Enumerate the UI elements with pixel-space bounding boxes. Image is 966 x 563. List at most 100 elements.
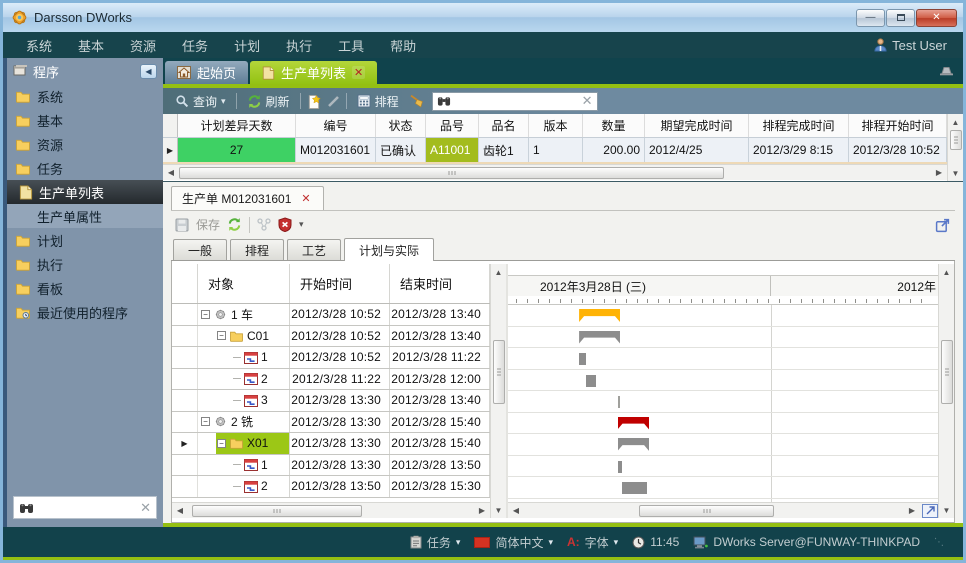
gantt-bar-summary[interactable] xyxy=(579,309,620,322)
scroll-up-icon[interactable]: ▲ xyxy=(491,264,507,280)
restore-button[interactable] xyxy=(886,9,915,27)
sidebar-item-system[interactable]: 系统 xyxy=(7,84,163,108)
plan-table-row[interactable]: 22012/3/28 13:502012/3/28 15:30 xyxy=(172,476,490,498)
plan-table-row[interactable]: −2 铣2012/3/28 13:302012/3/28 15:40 xyxy=(172,412,490,434)
col-sched-end[interactable]: 排程完成时间 xyxy=(749,114,849,137)
col-qty[interactable]: 数量 xyxy=(583,114,645,137)
plan-table-vscrollbar[interactable]: ▲ ▼ xyxy=(490,264,506,518)
col-expect-end[interactable]: 期望完成时间 xyxy=(645,114,749,137)
scroll-up-icon[interactable]: ▲ xyxy=(939,264,955,280)
resize-grip[interactable]: ⋱ xyxy=(934,537,945,548)
col-status[interactable]: 状态 xyxy=(376,114,426,137)
toolbar-search-clear-icon[interactable]: ✕ xyxy=(582,93,593,109)
menu-system[interactable]: 系统 xyxy=(13,36,65,55)
col-version[interactable]: 版本 xyxy=(529,114,583,137)
plan-table-row[interactable]: −1 车2012/3/28 10:522012/3/28 13:40 xyxy=(172,304,490,326)
doc-tab-production-order[interactable]: 生产单 M012031601 ✕ xyxy=(171,186,324,210)
sidebar-item-resource[interactable]: 资源 xyxy=(7,132,163,156)
sidebar-item-production-order-list[interactable]: 生产单列表 xyxy=(7,180,163,204)
menu-help[interactable]: 帮助 xyxy=(377,36,429,55)
sidebar-search-clear-icon[interactable]: ✕ xyxy=(140,500,151,516)
sidebar-item-basic[interactable]: 基本 xyxy=(7,108,163,132)
gantt-hscrollbar[interactable]: ◀ ▶ xyxy=(508,502,938,518)
tab-start-page[interactable]: 起始页 xyxy=(165,61,248,84)
menu-resource[interactable]: 资源 xyxy=(117,36,169,55)
plan-table-row[interactable]: −C012012/3/28 10:522012/3/28 13:40 xyxy=(172,326,490,348)
refresh-icon[interactable] xyxy=(227,217,242,232)
scroll-thumb[interactable] xyxy=(941,340,953,404)
user-box[interactable]: Test User xyxy=(874,38,953,53)
plan-table-hscrollbar[interactable]: ◀ ▶ xyxy=(172,502,490,518)
gantt-bar-summary[interactable] xyxy=(579,331,620,344)
col-end-time[interactable]: 结束时间 xyxy=(390,264,490,303)
sidebar-collapse-button[interactable]: ◀ xyxy=(140,64,157,79)
toolbar-search-input[interactable] xyxy=(455,94,578,108)
menu-basic[interactable]: 基本 xyxy=(65,36,117,55)
menu-task[interactable]: 任务 xyxy=(169,36,221,55)
broom-icon[interactable] xyxy=(409,94,424,108)
scroll-thumb[interactable] xyxy=(639,505,774,517)
sidebar-item-board[interactable]: 看板 xyxy=(7,276,163,300)
chevron-down-icon[interactable]: ▾ xyxy=(299,219,304,230)
scroll-down-icon[interactable]: ▼ xyxy=(491,502,507,518)
subtab-schedule[interactable]: 排程 xyxy=(230,239,284,260)
grid-vscrollbar[interactable]: ▲ ▼ xyxy=(947,114,963,181)
scroll-left-icon[interactable]: ◀ xyxy=(163,165,179,181)
sidebar-search-box[interactable]: ✕ xyxy=(13,496,157,519)
sidebar-item-task[interactable]: 任务 xyxy=(7,156,163,180)
refresh-button[interactable]: 刷新 xyxy=(243,91,294,112)
toolbar-search-box[interactable]: ✕ xyxy=(432,92,598,111)
close-button[interactable]: ✕ xyxy=(916,9,957,27)
query-button[interactable]: 查询 ▾ xyxy=(171,91,230,112)
tree-collapse-icon[interactable]: − xyxy=(217,439,226,448)
col-plan-diff[interactable]: 计划差异天数 xyxy=(178,114,296,137)
gantt-bar-task[interactable] xyxy=(622,482,646,494)
col-start-time[interactable]: 开始时间 xyxy=(290,264,390,303)
tree-collapse-icon[interactable]: − xyxy=(217,331,226,340)
scroll-thumb[interactable] xyxy=(950,130,962,150)
col-item-name[interactable]: 品名 xyxy=(479,114,529,137)
sidebar-search-input[interactable] xyxy=(38,501,136,515)
scroll-up-icon[interactable]: ▲ xyxy=(948,114,964,130)
plan-table-row[interactable]: 12012/3/28 13:302012/3/28 13:50 xyxy=(172,455,490,477)
grid-hscrollbar[interactable]: ◀ ▶ xyxy=(163,164,947,180)
gantt-bar-task[interactable] xyxy=(586,375,595,387)
shield-icon[interactable] xyxy=(278,217,292,232)
plan-table-row[interactable]: ▶−X012012/3/28 13:302012/3/28 15:40 xyxy=(172,433,490,455)
menu-tools[interactable]: 工具 xyxy=(325,36,377,55)
status-task-menu[interactable]: 任务 ▾ xyxy=(410,534,461,551)
scroll-down-icon[interactable]: ▼ xyxy=(948,165,964,181)
scroll-right-icon[interactable]: ▶ xyxy=(931,165,947,181)
popout-icon[interactable] xyxy=(935,217,951,233)
tab-production-order-list[interactable]: 生产单列表 ✕ xyxy=(250,61,377,84)
plan-table-row[interactable]: 12012/3/28 10:522012/3/28 11:22 xyxy=(172,347,490,369)
scroll-thumb[interactable] xyxy=(493,340,505,404)
sidebar-item-execute[interactable]: 执行 xyxy=(7,252,163,276)
col-item-no[interactable]: 品号 xyxy=(426,114,479,137)
tab-close-icon[interactable]: ✕ xyxy=(352,66,365,79)
menu-execute[interactable]: 执行 xyxy=(273,36,325,55)
gantt-bar-task[interactable] xyxy=(579,353,586,365)
gantt-popout-icon[interactable] xyxy=(922,504,938,518)
scroll-left-icon[interactable]: ◀ xyxy=(508,503,524,519)
doc-tab-close-icon[interactable]: ✕ xyxy=(299,192,312,205)
sidebar-item-production-order-props[interactable]: 生产单属性 xyxy=(7,204,163,228)
schedule-button[interactable]: 排程 xyxy=(353,91,403,112)
status-font-menu[interactable]: A: 字体 ▾ xyxy=(567,534,618,551)
minimize-button[interactable]: — xyxy=(856,9,885,27)
scroll-thumb[interactable] xyxy=(192,505,362,517)
sidebar-item-recent-programs[interactable]: 最近使用的程序 xyxy=(7,300,163,324)
plan-table-row[interactable]: 22012/3/28 11:222012/3/28 12:00 xyxy=(172,369,490,391)
gantt-vscrollbar[interactable]: ▲ ▼ xyxy=(938,264,954,518)
col-object[interactable]: 对象 xyxy=(198,264,290,303)
scroll-right-icon[interactable]: ▶ xyxy=(904,503,920,519)
grid-data-row[interactable]: ▶ 27 M012031601 已确认 A11001 齿轮1 1 200.00 … xyxy=(163,138,947,162)
subtab-general[interactable]: 一般 xyxy=(173,239,227,260)
scroll-down-icon[interactable]: ▼ xyxy=(939,502,955,518)
pin-icon[interactable] xyxy=(939,65,953,76)
subtab-process[interactable]: 工艺 xyxy=(287,239,341,260)
gantt-bar-task[interactable] xyxy=(618,461,623,473)
scroll-thumb[interactable] xyxy=(179,167,724,179)
gantt-bar-summary[interactable] xyxy=(618,438,650,451)
gantt-bar-task[interactable] xyxy=(618,396,621,408)
